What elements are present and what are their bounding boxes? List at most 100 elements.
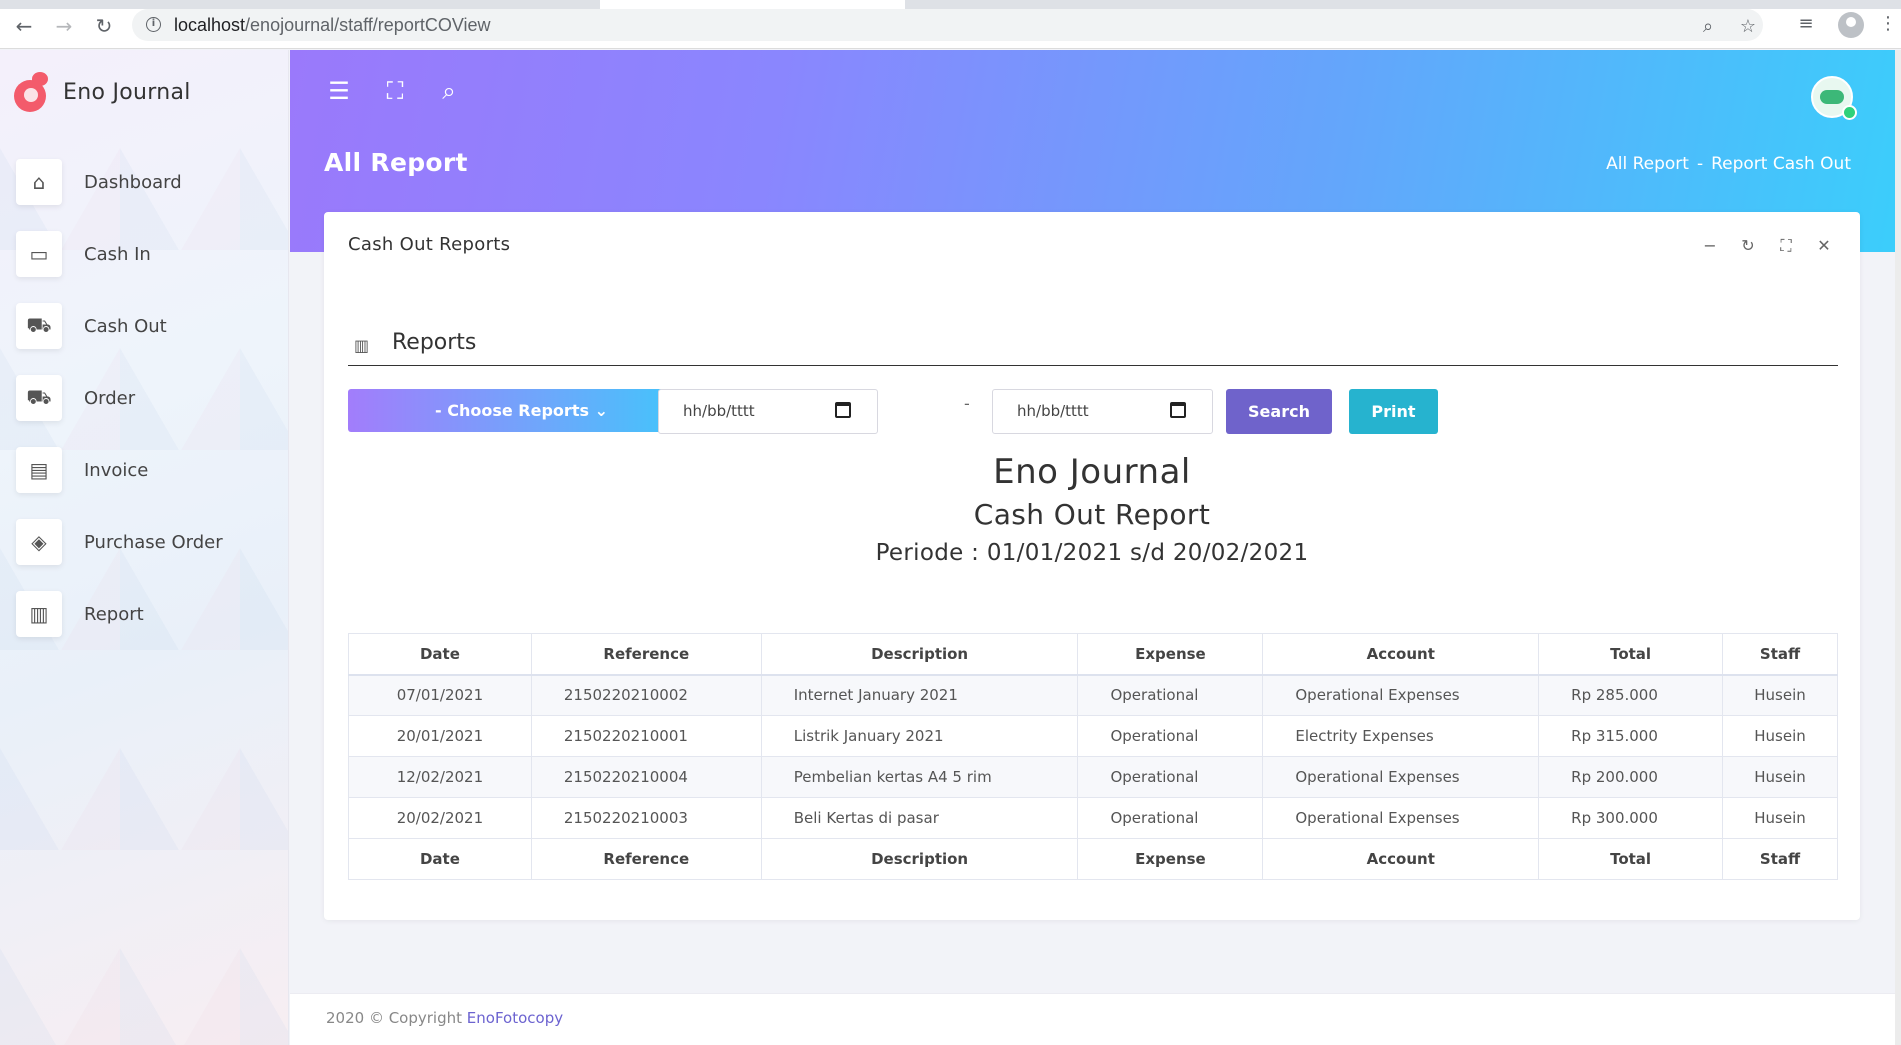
sidebar-item-label: Cash Out: [84, 315, 167, 337]
column-header[interactable]: Expense: [1077, 633, 1264, 676]
section-header: ▥ Reports: [348, 328, 1838, 366]
cell-description: Pembelian kertas A4 5 rim: [760, 756, 1079, 798]
media-queue-icon[interactable]: ≡: [1794, 12, 1818, 36]
column-header[interactable]: Reference: [530, 633, 762, 676]
back-icon[interactable]: ←: [12, 14, 36, 38]
sidebar-item-report[interactable]: ▥ Report: [16, 578, 223, 650]
cell-staff: Husein: [1722, 756, 1838, 798]
cell-expense: Operational: [1077, 715, 1264, 757]
home-icon: ⌂: [16, 159, 62, 205]
table-footer-row: Date Reference Description Expense Accou…: [348, 838, 1838, 880]
cell-staff: Husein: [1722, 715, 1838, 757]
site-info-icon[interactable]: i: [146, 17, 161, 32]
cell-total: Rp 200.000: [1538, 756, 1724, 798]
report-card: Cash Out Reports − ↻ ⛶ ✕ ▥ Reports - Cho…: [324, 212, 1860, 920]
breadcrumb: All Report - Report Cash Out: [1602, 154, 1855, 174]
date-separator: -: [964, 394, 970, 413]
cell-description: Internet January 2021: [760, 674, 1079, 716]
search-icon[interactable]: ⌕: [434, 76, 464, 106]
cell-account: Electrity Expenses: [1262, 715, 1540, 757]
date-to-placeholder: hh/bb/tttt: [1017, 402, 1089, 420]
file-icon: ▤: [16, 447, 62, 493]
choose-reports-label: - Choose Reports: [435, 401, 589, 420]
cell-reference: 2150220210004: [530, 756, 762, 798]
cell-date: 07/01/2021: [348, 674, 532, 716]
column-header[interactable]: Account: [1262, 633, 1540, 676]
page-footer: 2020 © Copyright EnoFotocopy: [290, 993, 1901, 1045]
browser-profile-avatar[interactable]: [1838, 12, 1864, 38]
chevron-down-icon: ⌄: [594, 401, 608, 420]
fullscreen-icon[interactable]: ⛶: [380, 76, 410, 106]
column-header[interactable]: Total: [1538, 633, 1724, 676]
sidebar-item-cash-out[interactable]: ⛟ Cash Out: [16, 290, 223, 362]
cell-reference: 2150220210002: [530, 674, 762, 716]
cell-account: Operational Expenses: [1262, 797, 1540, 839]
card-tools: − ↻ ⛶ ✕: [1700, 236, 1834, 256]
minimize-icon[interactable]: −: [1700, 236, 1720, 256]
zoom-icon[interactable]: ⌕: [1698, 17, 1718, 37]
bar-chart-icon: ▥: [16, 591, 62, 637]
page-scrollbar[interactable]: [1895, 50, 1901, 1045]
cell-total: Rp 300.000: [1538, 797, 1724, 839]
column-footer: Date: [348, 838, 532, 880]
browser-toolbar: ← → ↻ i localhost/enojournal/staff/repor…: [0, 0, 1901, 49]
cell-description: Beli Kertas di pasar: [760, 797, 1079, 839]
sidebar-item-label: Purchase Order: [84, 531, 223, 553]
section-title: Reports: [392, 330, 477, 355]
cart-icon: ⛟: [16, 303, 62, 349]
bookmark-star-icon[interactable]: ☆: [1738, 17, 1758, 37]
calendar-icon[interactable]: [1170, 402, 1186, 418]
date-from-placeholder: hh/bb/tttt: [683, 402, 755, 420]
column-footer: Reference: [530, 838, 762, 880]
cell-reference: 2150220210003: [530, 797, 762, 839]
menu-toggle-icon[interactable]: ☰: [324, 76, 354, 106]
calendar-icon[interactable]: [835, 402, 851, 418]
url-text[interactable]: localhost/enojournal/staff/reportCOView: [174, 15, 491, 36]
date-from-input[interactable]: hh/bb/tttt: [658, 389, 878, 434]
forward-icon[interactable]: →: [52, 14, 76, 38]
table-row: 20/01/2021 2150220210001 Listrik January…: [348, 715, 1838, 757]
column-footer: Expense: [1077, 838, 1264, 880]
reload-icon[interactable]: ↻: [92, 14, 116, 38]
sidebar-item-invoice[interactable]: ▤ Invoice: [16, 434, 223, 506]
refresh-icon[interactable]: ↻: [1738, 236, 1758, 256]
column-footer: Description: [760, 838, 1079, 880]
search-button[interactable]: Search: [1226, 389, 1332, 434]
user-avatar[interactable]: [1811, 76, 1857, 120]
choose-reports-dropdown[interactable]: - Choose Reports ⌄: [348, 389, 695, 432]
sidebar-item-order[interactable]: ⛟ Order: [16, 362, 223, 434]
browser-menu-icon[interactable]: ⋮: [1876, 12, 1900, 36]
column-header[interactable]: Staff: [1722, 633, 1838, 676]
cell-total: Rp 315.000: [1538, 715, 1724, 757]
cell-staff: Husein: [1722, 797, 1838, 839]
breadcrumb-current: Report Cash Out: [1711, 154, 1851, 174]
sidebar-item-dashboard[interactable]: ⌂ Dashboard: [16, 146, 223, 218]
browser-active-tab[interactable]: [600, 0, 905, 9]
cell-staff: Husein: [1722, 674, 1838, 716]
print-button[interactable]: Print: [1349, 389, 1438, 434]
column-footer: Total: [1538, 838, 1724, 880]
cell-date: 20/01/2021: [348, 715, 532, 757]
table-row: 20/02/2021 2150220210003 Beli Kertas di …: [348, 797, 1838, 839]
column-header[interactable]: Description: [760, 633, 1079, 676]
expand-icon[interactable]: ⛶: [1776, 236, 1796, 256]
column-footer: Account: [1262, 838, 1540, 880]
cell-total: Rp 285.000: [1538, 674, 1724, 716]
cell-account: Operational Expenses: [1262, 756, 1540, 798]
address-bar[interactable]: i localhost/enojournal/staff/reportCOVie…: [132, 9, 1763, 41]
money-icon: ▭: [16, 231, 62, 277]
brand[interactable]: Eno Journal: [12, 70, 191, 114]
cell-date: 20/02/2021: [348, 797, 532, 839]
sidebar-item-label: Cash In: [84, 243, 151, 265]
sidebar-item-label: Invoice: [84, 459, 149, 481]
breadcrumb-item[interactable]: All Report: [1606, 154, 1689, 174]
column-footer: Staff: [1722, 838, 1838, 880]
sidebar-item-cash-in[interactable]: ▭ Cash In: [16, 218, 223, 290]
column-header[interactable]: Date: [348, 633, 532, 676]
close-icon[interactable]: ✕: [1814, 236, 1834, 256]
sidebar-menu: ⌂ Dashboard ▭ Cash In ⛟ Cash Out ⛟ Order…: [16, 146, 223, 650]
footer-link[interactable]: EnoFotocopy: [467, 1009, 563, 1027]
date-to-input[interactable]: hh/bb/tttt: [992, 389, 1213, 434]
sidebar-item-purchase-order[interactable]: ◈ Purchase Order: [16, 506, 223, 578]
brand-logo-icon: [12, 70, 50, 114]
